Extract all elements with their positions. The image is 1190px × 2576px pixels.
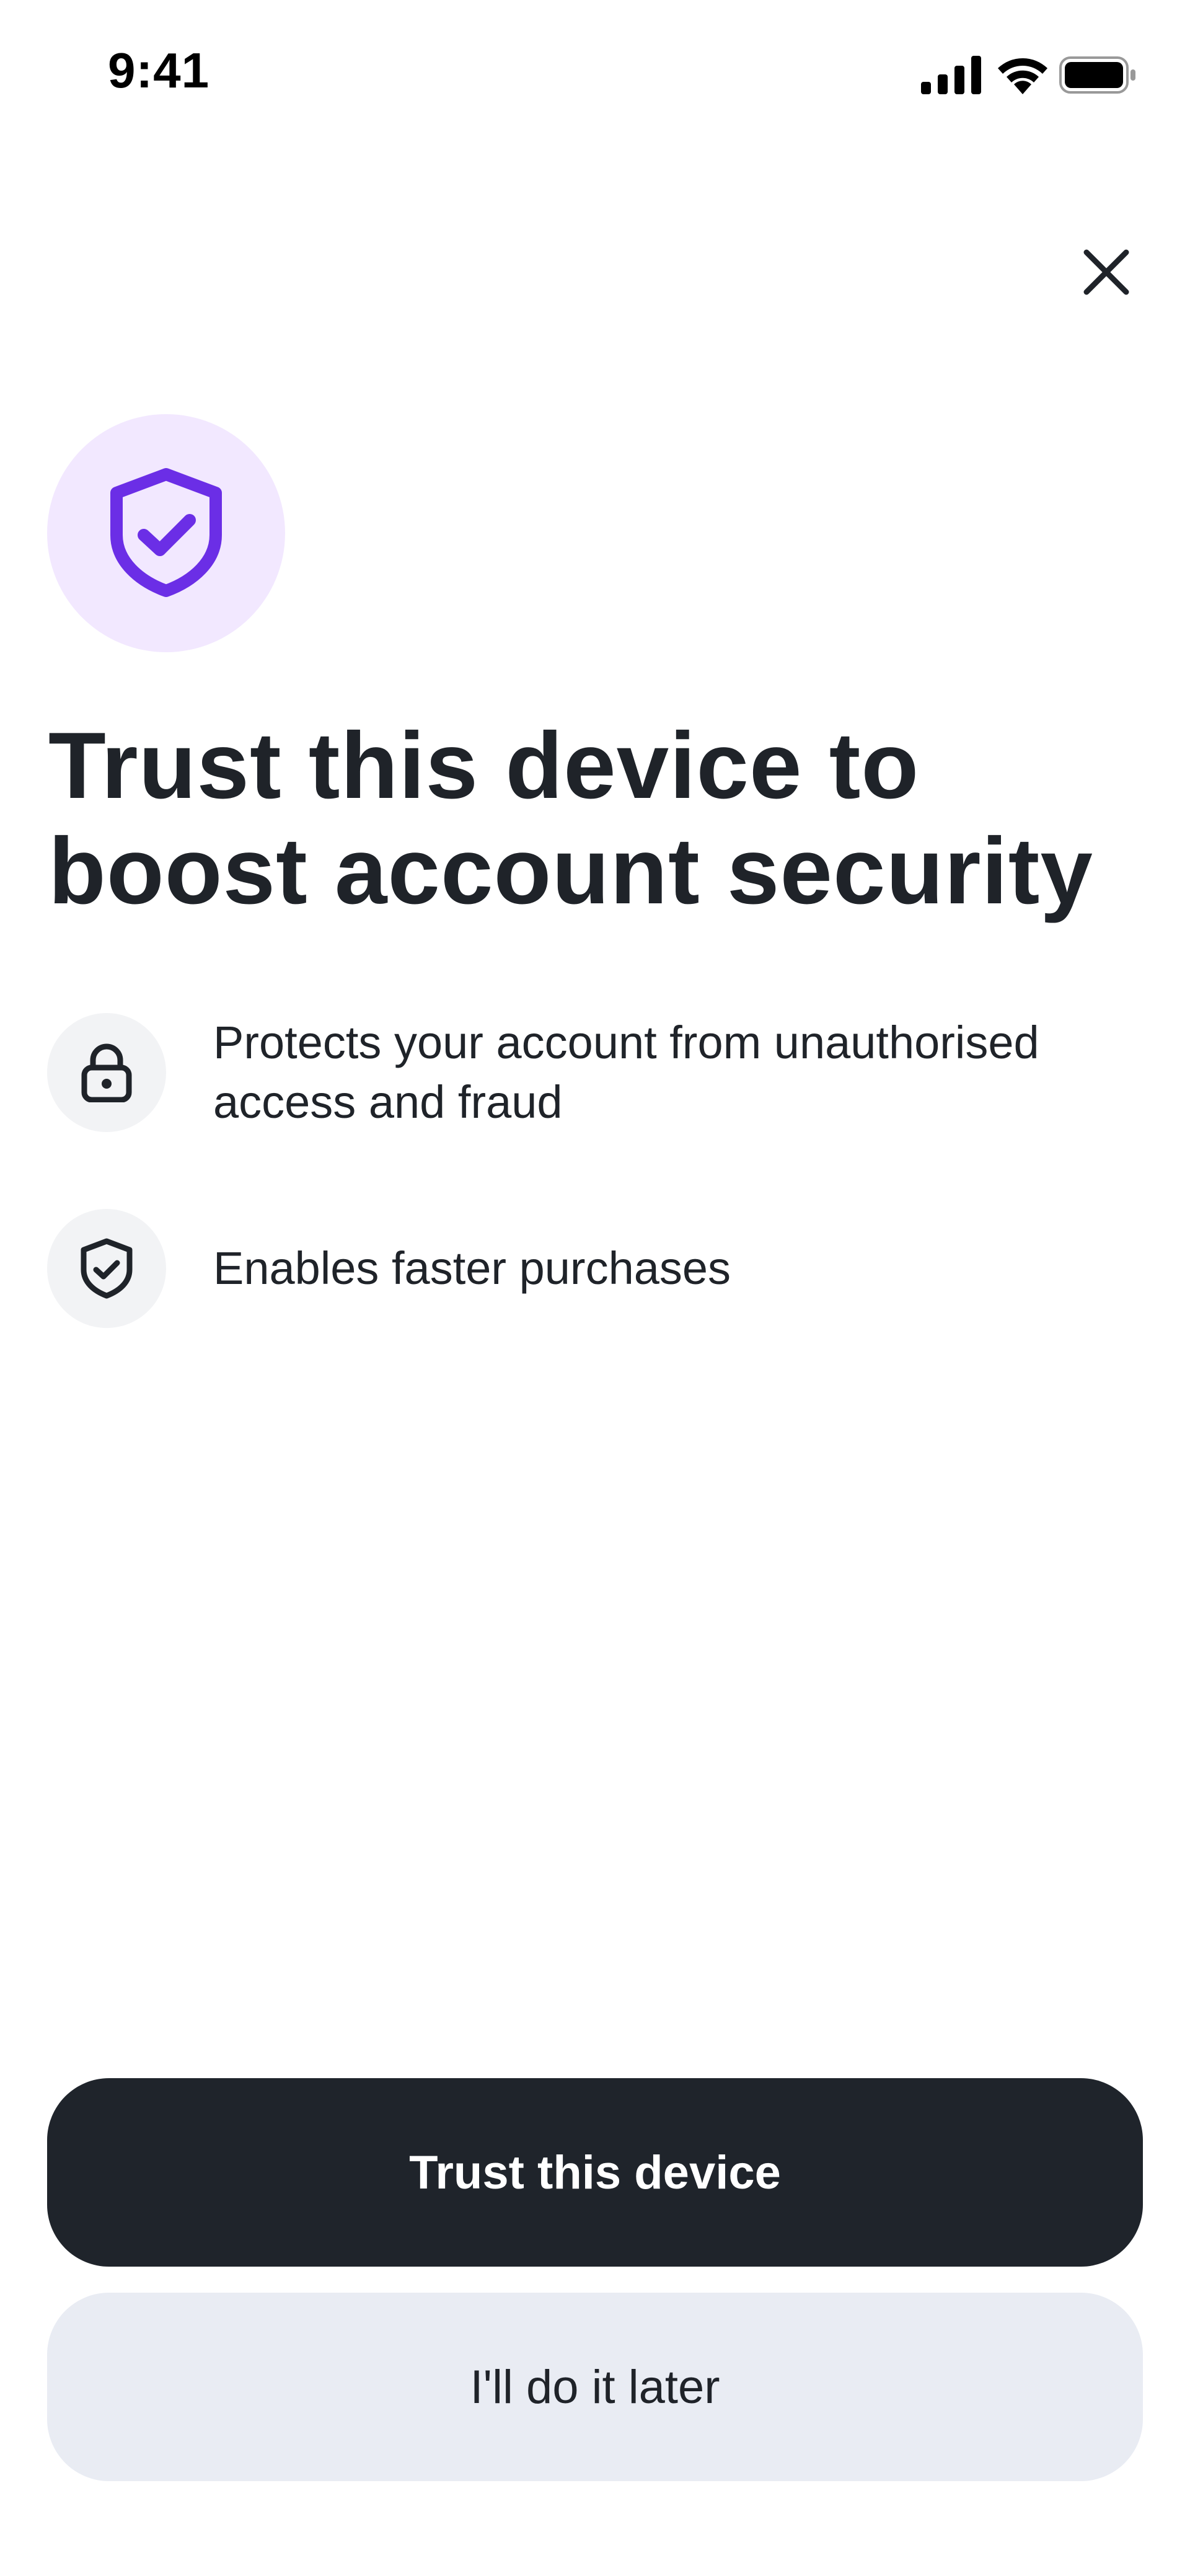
feature-text: Enables faster purchases xyxy=(213,1239,1180,1298)
shield-check-icon xyxy=(110,468,222,597)
status-bar: 9:41 xyxy=(0,0,1190,149)
feature-text-line-1: Enables faster purchases xyxy=(213,1242,731,1294)
battery-icon xyxy=(1059,56,1135,94)
shield-check-icon xyxy=(81,1238,133,1299)
page-title-line-1: Trust this device to xyxy=(48,713,920,818)
close-button[interactable] xyxy=(1078,244,1134,300)
feature-item-faster-purchases: Enables faster purchases xyxy=(47,1209,1163,1328)
trust-device-button[interactable]: Trust this device xyxy=(47,2078,1143,2267)
signal-icon xyxy=(921,56,981,94)
hero-badge xyxy=(47,414,285,652)
lock-icon xyxy=(81,1043,132,1102)
feature-text-line-2: access and fraud xyxy=(213,1076,563,1128)
feature-text-line-1: Protects your account from unauthorised xyxy=(213,1017,1039,1068)
page-title: Trust this device to boost account secur… xyxy=(48,713,1164,924)
status-time: 9:41 xyxy=(108,43,210,98)
close-icon xyxy=(1083,249,1129,295)
feature-item-account-protection: Protects your account from unauthorised … xyxy=(47,1013,1163,1137)
do-it-later-button[interactable]: I'll do it later xyxy=(47,2293,1143,2481)
feature-icon-badge xyxy=(47,1209,166,1328)
page-title-line-2: boost account security xyxy=(48,818,1093,924)
feature-icon-badge xyxy=(47,1013,166,1132)
wifi-icon xyxy=(998,58,1047,94)
feature-text: Protects your account from unauthorised … xyxy=(213,1013,1180,1132)
